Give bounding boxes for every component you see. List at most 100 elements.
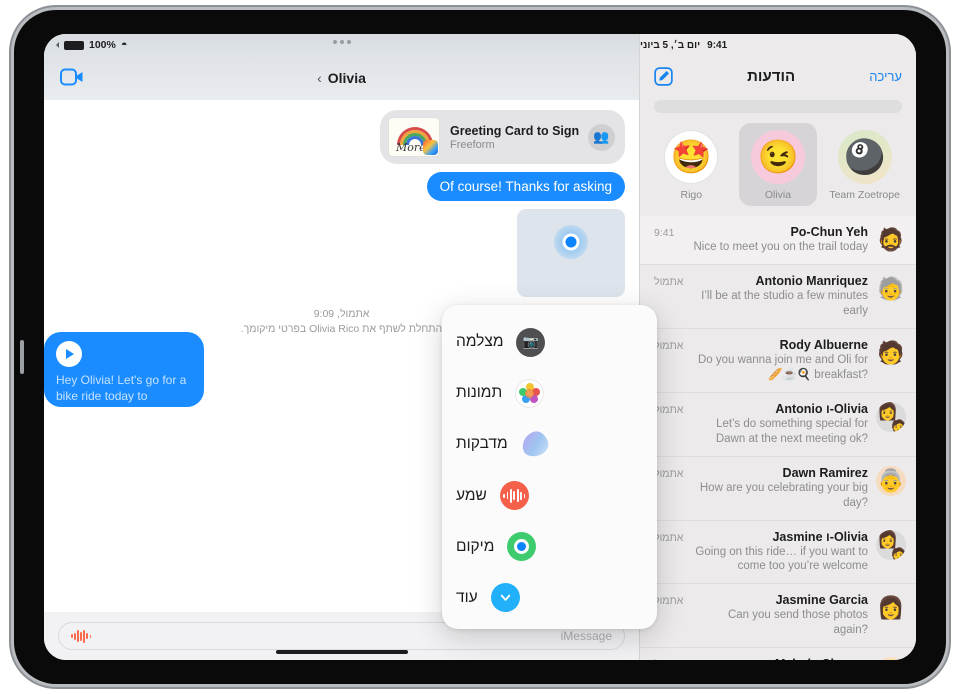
list-item-title: Antonio ו‑Olivia <box>775 401 868 416</box>
video-message-text: Hey Olivia! Let's go for a bike ride tod… <box>56 373 187 420</box>
avatar: 👩 🧑 <box>876 401 906 432</box>
home-indicator[interactable] <box>275 650 408 654</box>
conversation-title-group[interactable]: ‹ Olivia <box>317 70 366 86</box>
message-row: Of course! Thanks for asking <box>58 172 625 201</box>
ipad-screen: 100% ◓ ‹ Olivia More Greeting Card to Si… <box>44 34 916 660</box>
menu-item-photos[interactable]: תמונות <box>456 372 643 414</box>
conversation-pane: 100% ◓ ‹ Olivia More Greeting Card to Si… <box>44 34 657 660</box>
multitask-dots-icon[interactable] <box>332 40 351 44</box>
list-item-time: אתמול <box>654 339 684 352</box>
list-item-body: Rody Albuerne Do you wanna join me and O… <box>691 338 868 383</box>
video-message-bubble[interactable]: Hey Olivia! Let's go for a bike ride tod… <box>44 332 204 419</box>
location-share-bubble[interactable] <box>517 209 625 297</box>
photos-icon <box>515 378 545 408</box>
status-date: יום ב׳, 5 ביוני <box>640 39 701 51</box>
search-input[interactable] <box>654 100 902 113</box>
play-icon[interactable] <box>56 341 82 367</box>
card-text-block: Greeting Card to Sign Freeform <box>450 123 580 151</box>
edit-button[interactable]: עריכה <box>869 69 902 84</box>
conversation-status-bar: 100% ◓ <box>44 34 639 56</box>
list-item-title: Antonio Manriquez <box>755 274 869 288</box>
list-item[interactable]: 🧔 Po-Chun Yeh Nice to meet you on the tr… <box>640 216 916 264</box>
list-item[interactable]: 👩 Jasmine Garcia Can you send those phot… <box>640 583 916 647</box>
menu-item-label: מיקום <box>456 537 495 555</box>
list-item-preview: Nice to meet you on the trail today <box>693 241 868 253</box>
avatar: 👱 <box>876 657 906 660</box>
pinned-conversation-team-zoetrope[interactable]: 🎱 Team Zoetrope <box>826 123 904 206</box>
freeform-app-badge-icon <box>423 140 438 155</box>
device-side-button[interactable] <box>20 340 24 374</box>
card-title: Greeting Card to Sign <box>450 123 580 138</box>
pinned-conversation-olivia[interactable]: 😉 Olivia <box>738 123 817 206</box>
battery-percent-label: 100% <box>89 39 116 51</box>
menu-item-more[interactable]: עוד <box>456 577 643 619</box>
list-item-time: אתמול <box>654 467 684 480</box>
outgoing-message-bubble[interactable]: Of course! Thanks for asking <box>426 172 625 201</box>
people-icon[interactable]: 👥 <box>588 123 615 151</box>
shared-document-card[interactable]: More Greeting Card to Sign Freeform 👥 <box>380 110 625 164</box>
facetime-video-button[interactable] <box>60 68 84 86</box>
compose-icon[interactable] <box>654 66 673 86</box>
list-item[interactable]: 👩 🧑 Antonio ו‑Olivia Let’s do something … <box>640 391 916 456</box>
back-chevron-icon[interactable]: ‹ <box>317 70 322 86</box>
audio-waveform-icon[interactable] <box>71 629 92 643</box>
avatar-emoji: 👱 <box>877 659 904 660</box>
menu-item-location[interactable]: מיקום <box>456 526 643 568</box>
avatar: 👩 <box>876 593 906 623</box>
menu-item-label: עוד <box>456 588 478 606</box>
list-status-bar: 9:41 יום ב׳, 5 ביוני <box>640 34 916 56</box>
battery-icon <box>64 40 84 50</box>
avatar-emoji-secondary: 🧑 <box>891 546 906 560</box>
list-item-title: Rody Albuerne <box>779 337 868 352</box>
list-item-preview: Do you wanna join me and Oli for 🥖☕🍳 bre… <box>697 353 868 381</box>
messages-list-header: הודעות עריכה <box>640 56 916 96</box>
audio-icon <box>499 481 529 511</box>
menu-item-stickers[interactable]: מדבקות <box>456 423 643 465</box>
list-item-body: Antonio ו‑Olivia Let’s do something spec… <box>691 402 868 447</box>
location-icon <box>507 532 537 562</box>
menu-item-label: מצלמה <box>456 333 504 350</box>
pinned-conversation-label: Team Zoetrope <box>829 189 900 201</box>
avatar-emoji: 🤩 <box>670 137 712 175</box>
avatar: 😉 <box>750 130 805 184</box>
menu-item-label: מדבקות <box>456 435 508 453</box>
menu-item-label: תמונות <box>456 384 503 402</box>
list-item[interactable]: 👵 Dawn Ramirez How are you celebrating y… <box>640 455 916 520</box>
avatar-emoji: 🧓 <box>877 276 905 301</box>
menu-item-label: שמע <box>456 486 487 504</box>
pinned-conversations-row: 🤩 Rigo 😉 Olivia 🎱 Team Zoetrope <box>640 123 916 216</box>
attachment-menu[interactable]: 📷 מצלמה תמונות מדבקות שמע מיקום עוד <box>442 305 657 629</box>
camera-icon: 📷 <box>516 327 546 357</box>
list-item-time: אתמול <box>654 595 684 608</box>
list-item-title: Dawn Ramirez <box>782 465 868 480</box>
avatar-emoji: 👩 <box>877 595 905 621</box>
conversation-header: ‹ Olivia <box>44 40 639 100</box>
list-item[interactable]: 👩 🧑 Jasmine ו‑Olivia Going on this ride…… <box>640 519 916 584</box>
avatar-emoji-secondary: 🧑 <box>891 418 906 432</box>
pinned-conversation-rigo[interactable]: 🤩 Rigo <box>652 123 730 206</box>
ipad-device-frame: 100% ◓ ‹ Olivia More Greeting Card to Si… <box>14 10 946 684</box>
pinned-conversation-label: Olivia <box>764 189 792 201</box>
menu-item-audio[interactable]: שמע <box>456 475 643 517</box>
conversation-list[interactable]: 🧔 Po-Chun Yeh Nice to meet you on the tr… <box>640 216 916 660</box>
list-item[interactable]: 👱 Melody Cheung Thanks! אתמול <box>640 647 916 660</box>
avatar: 🎱 <box>837 130 892 184</box>
menu-item-camera[interactable]: 📷 מצלמה <box>456 321 643 363</box>
list-item-body: Antonio Manriquez I’ll be at the studio … <box>691 274 868 319</box>
list-item-title: Po-Chun Yeh <box>790 225 868 239</box>
list-item[interactable]: 🧓 Antonio Manriquez I’ll be at the studi… <box>640 264 916 328</box>
messages-title: הודעות <box>747 67 796 85</box>
list-item-preview: Let’s do something special for Dawn at t… <box>715 417 868 445</box>
avatar: 🤩 <box>664 130 719 184</box>
list-item-title: Melody Cheung <box>691 657 868 660</box>
status-time: 9:41 <box>707 39 728 51</box>
list-item[interactable]: 🧑 Rody Albuerne Do you wanna join me and… <box>640 327 916 392</box>
avatar-emoji: 🎱 <box>844 137 886 175</box>
list-item-body: Jasmine Garcia Can you send those photos… <box>691 593 868 638</box>
avatar: 🧔 <box>876 225 906 255</box>
more-chevron-icon <box>490 583 520 613</box>
message-row: More Greeting Card to Sign Freeform 👥 <box>58 110 625 164</box>
list-item-time: אתמול <box>654 531 684 544</box>
avatar-emoji: 😉 <box>757 137 799 175</box>
pinned-conversation-label: Rigo <box>680 189 703 201</box>
